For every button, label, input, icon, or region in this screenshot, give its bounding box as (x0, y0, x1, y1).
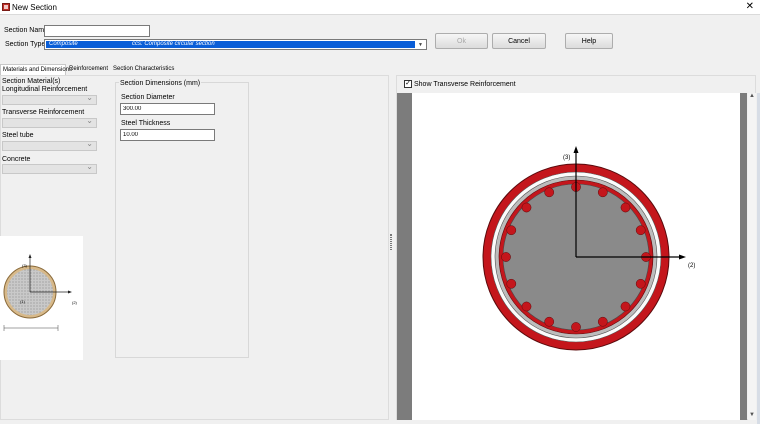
show-transverse-checkbox[interactable]: ✓ (404, 80, 412, 88)
steel-thickness-label: Steel Thickness (121, 120, 171, 127)
scroll-up-icon[interactable]: ▲ (748, 93, 756, 101)
section-type-label: Section Type: (5, 41, 48, 48)
rebar (620, 301, 631, 312)
panel-splitter[interactable] (390, 234, 392, 250)
section-canvas[interactable]: (3) (2) (397, 93, 747, 420)
tab-reinforcement[interactable]: Reinforcement (67, 64, 110, 75)
preview-axis-3-label: (3) (22, 263, 28, 268)
longitudinal-reinforcement-select[interactable] (2, 93, 97, 105)
rebar (521, 301, 532, 312)
steel-tube-select[interactable] (2, 139, 97, 151)
section-name-input[interactable] (44, 25, 150, 37)
show-transverse-label: Show Transverse Reinforcement (414, 81, 516, 88)
longitudinal-reinforcement-label: Longitudinal Reinforcement (2, 86, 88, 93)
rebar (501, 252, 511, 262)
ok-button[interactable]: Ok (435, 33, 488, 49)
axis-3-label: (3) (563, 155, 570, 161)
tab-section-characteristics[interactable]: Section Characteristics (111, 64, 176, 75)
rebar (544, 187, 555, 198)
close-icon[interactable]: ✕ (746, 1, 754, 13)
section-type-dropdown[interactable]: Composite ccs: Composite circular sectio… (44, 39, 427, 50)
rebar (620, 202, 631, 213)
concrete-label: Concrete (2, 156, 31, 163)
section-dimensions-heading: Section Dimensions (mm) (119, 80, 202, 87)
rebar (597, 316, 608, 327)
section-drawing: (3) (2) (482, 146, 695, 351)
rebar (521, 202, 532, 213)
title-bar: New Section ✕ (0, 0, 760, 15)
window-title: New Section (12, 3, 57, 12)
app-icon (2, 3, 10, 11)
steel-tube-label: Steel tube (2, 132, 34, 139)
check-icon: ✓ (405, 80, 411, 87)
section-material-heading: Section Material(s) (2, 78, 61, 85)
chevron-down-icon[interactable]: ▼ (416, 41, 425, 48)
rebar (506, 225, 517, 236)
rebar (544, 316, 555, 327)
section-diameter-label: Section Diameter (121, 94, 175, 101)
vertical-scrollbar[interactable]: ▲ ▼ (748, 93, 756, 420)
preview-drawing: (3) (2) (1) (3, 254, 78, 331)
rebar (597, 187, 608, 198)
rebar (635, 225, 646, 236)
axis-2-label: (2) (688, 263, 695, 269)
section-diameter-input[interactable] (120, 103, 215, 115)
transverse-reinforcement-label: Transverse Reinforcement (2, 109, 85, 116)
preview-bar-label: (1) (20, 299, 26, 304)
rebar (506, 278, 517, 289)
rebar (571, 322, 581, 332)
scroll-down-icon[interactable]: ▼ (748, 412, 756, 420)
cancel-button[interactable]: Cancel (492, 33, 546, 49)
preview-axis-2-label: (2) (72, 300, 78, 305)
section-type-value: Composite (49, 41, 78, 47)
section-type-selected: Composite ccs: Composite circular sectio… (46, 41, 415, 48)
axis-2-arrow (679, 254, 686, 260)
concrete-select[interactable] (2, 162, 97, 174)
section-preview-thumbnail: (3) (2) (1) (0, 236, 83, 360)
rebar (635, 278, 646, 289)
steel-thickness-input[interactable] (120, 129, 215, 141)
axis-3-arrow (573, 146, 579, 153)
section-type-description: ccs: Composite circular section (132, 41, 215, 47)
transverse-reinforcement-select[interactable] (2, 116, 97, 128)
help-button[interactable]: Help (565, 33, 613, 49)
